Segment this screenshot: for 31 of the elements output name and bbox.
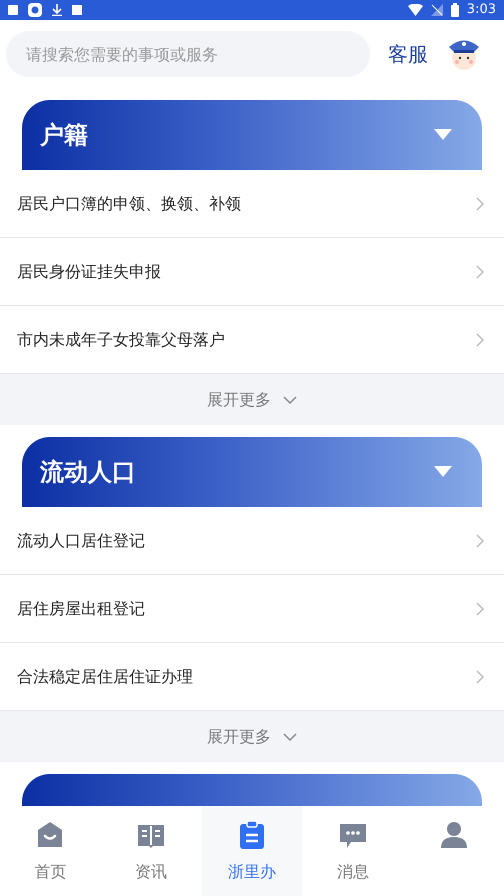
chevron-right-icon [476, 534, 484, 548]
app-icon [72, 5, 82, 15]
nav-tab[interactable]: 浙里办 [202, 806, 302, 896]
notification-icon [8, 5, 18, 15]
search-field[interactable]: 请搜索您需要的事项或服务 [6, 31, 370, 77]
battery-icon [450, 3, 459, 17]
chevron-right-icon [476, 670, 484, 684]
status-time: 3:03 [466, 1, 496, 20]
section-header[interactable]: 流动人口 [22, 437, 482, 507]
chevron-down-icon [283, 396, 297, 404]
person-icon [438, 820, 469, 850]
chevron-right-icon [476, 602, 484, 616]
nav-tab[interactable]: 消息 [302, 806, 404, 896]
expand-more-button[interactable]: 展开更多 [0, 711, 504, 762]
dropdown-icon [434, 129, 452, 141]
wifi-icon [408, 4, 423, 16]
chevron-right-icon [476, 332, 484, 346]
no-signal-icon [430, 4, 443, 16]
customer-service-link[interactable]: 客服 [388, 39, 428, 69]
expand-more-button[interactable]: 展开更多 [0, 374, 504, 425]
chevron-right-icon [476, 196, 484, 210]
nav-tab[interactable]: 首页 [0, 806, 101, 896]
chevron-right-icon [476, 264, 484, 278]
section-header[interactable]: 户籍 [22, 100, 482, 170]
download-icon [52, 4, 62, 16]
section-title: 户籍 [40, 120, 88, 151]
dropdown-icon [434, 466, 452, 478]
section-title: 流动人口 [40, 457, 136, 488]
app-icon [28, 3, 42, 17]
nav-tab[interactable]: 资讯 [100, 806, 202, 896]
chevron-down-icon [283, 732, 297, 740]
